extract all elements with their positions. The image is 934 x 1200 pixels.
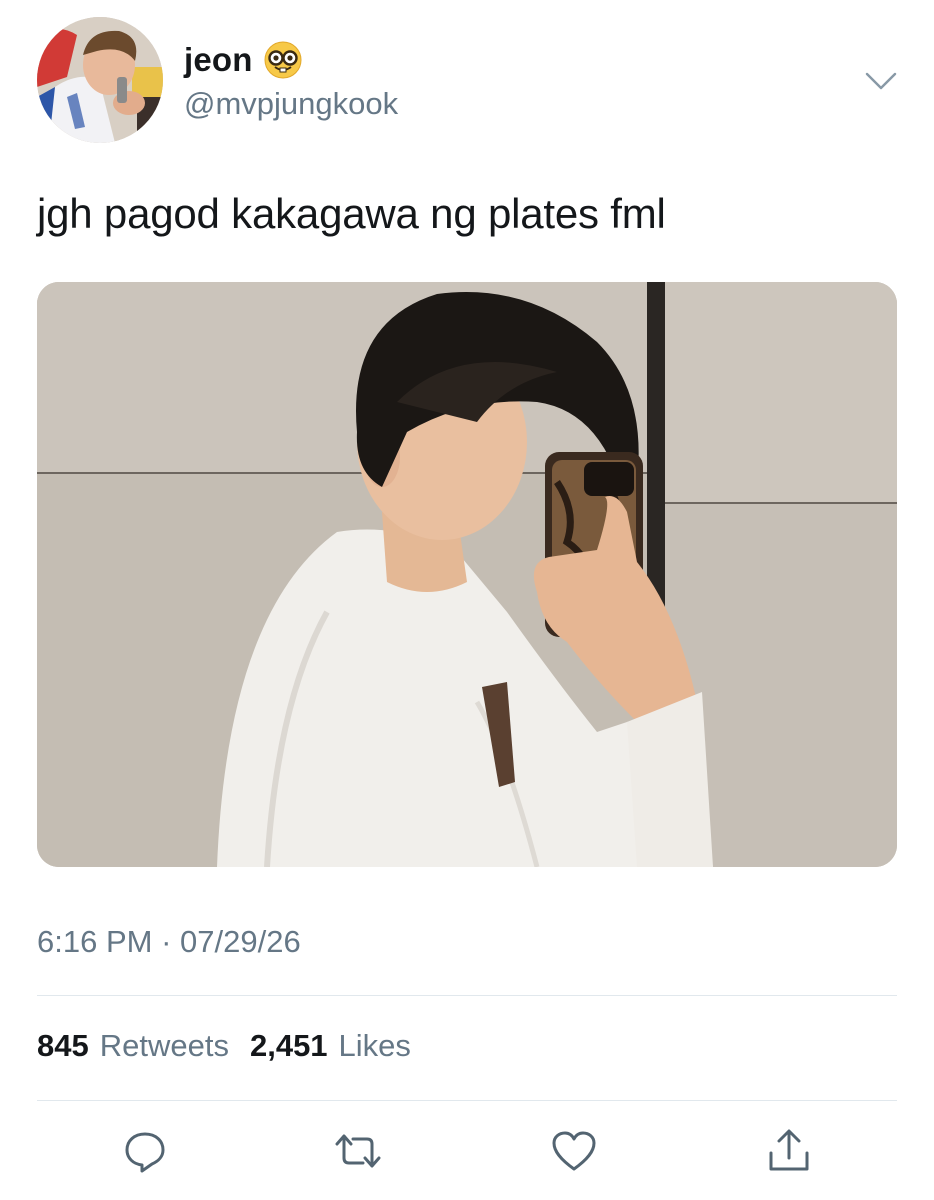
share-icon xyxy=(766,1127,812,1180)
tweet-text: jgh pagod kakagawa ng plates fml xyxy=(37,190,666,237)
reply-button[interactable] xyxy=(120,1128,170,1178)
chevron-down-icon[interactable] xyxy=(863,66,899,94)
likes-label[interactable]: Likes xyxy=(339,1028,411,1064)
retweet-icon xyxy=(333,1128,383,1179)
reply-icon xyxy=(122,1128,168,1179)
retweet-button[interactable] xyxy=(333,1128,383,1178)
tweet-time: 6:16 PM xyxy=(37,924,153,959)
divider xyxy=(37,995,897,996)
divider xyxy=(37,1100,897,1101)
share-button[interactable] xyxy=(764,1128,814,1178)
retweets-count[interactable]: 845 xyxy=(37,1028,89,1064)
author-name-row[interactable]: jeon xyxy=(184,38,303,82)
tweet-date: 07/29/26 xyxy=(180,924,301,959)
heart-icon xyxy=(550,1128,598,1179)
tweet-detail: jeon @mvpjungkook jgh pagod kakagawa ng … xyxy=(0,0,934,1200)
timestamp-separator: · xyxy=(161,924,172,959)
tweet-stats: 845 Retweets 2,451 Likes xyxy=(37,1028,421,1064)
retweets-label[interactable]: Retweets xyxy=(100,1028,229,1064)
author-handle[interactable]: @mvpjungkook xyxy=(184,86,398,122)
tweet-timestamp[interactable]: 6:16 PM · 07/29/26 xyxy=(37,924,301,960)
nerd-face-emoji-icon xyxy=(263,40,303,80)
tweet-photo[interactable] xyxy=(37,282,897,867)
like-button[interactable] xyxy=(549,1128,599,1178)
likes-count[interactable]: 2,451 xyxy=(250,1028,328,1064)
avatar[interactable] xyxy=(37,17,163,143)
display-name[interactable]: jeon xyxy=(184,41,253,79)
